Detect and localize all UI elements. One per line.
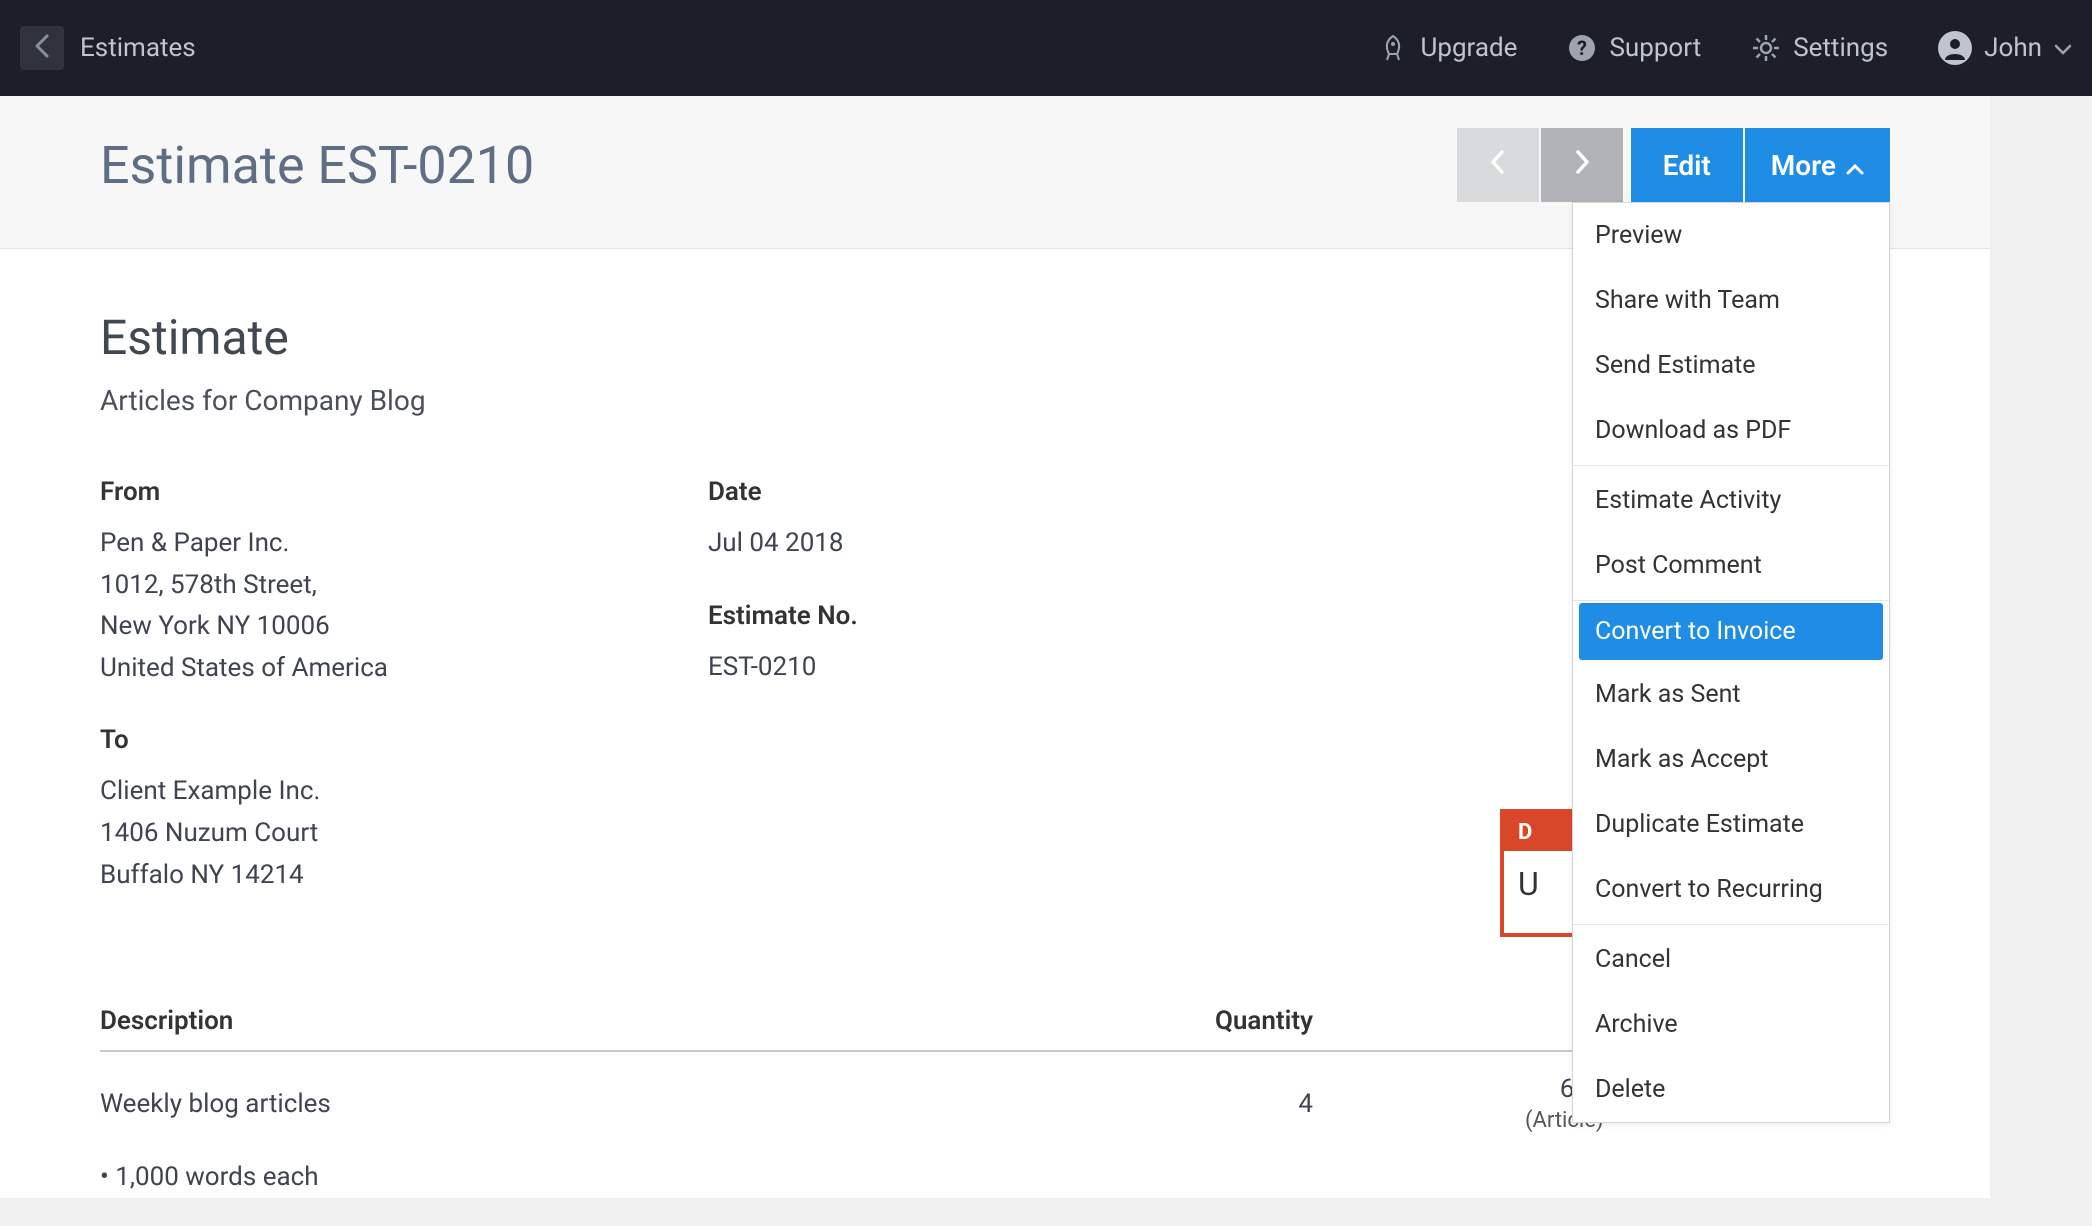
col-rate: R <box>1353 992 1604 1051</box>
more-label: More <box>1771 149 1836 182</box>
user-menu[interactable]: John <box>1938 31 2072 65</box>
back-button[interactable] <box>20 26 64 70</box>
item-bullet: • 1,000 words each <box>100 1140 1102 1198</box>
dropdown-item-mark-as-sent[interactable]: Mark as Sent <box>1573 662 1889 727</box>
dropdown-item-duplicate-estimate[interactable]: Duplicate Estimate <box>1573 792 1889 857</box>
dropdown-item-delete[interactable]: Delete <box>1573 1057 1889 1122</box>
user-name: John <box>1984 33 2042 63</box>
chevron-left-icon <box>33 32 51 64</box>
to-label: To <box>100 725 388 755</box>
edit-button[interactable]: Edit <box>1631 128 1743 202</box>
date-value: Jul 04 2018 <box>708 523 858 565</box>
estimate-no-value: EST-0210 <box>708 647 858 689</box>
svg-text:?: ? <box>1577 36 1587 60</box>
date-label: Date <box>708 477 858 507</box>
dropdown-item-download-as-pdf[interactable]: Download as PDF <box>1573 398 1889 463</box>
pager-next-button[interactable] <box>1541 128 1623 202</box>
settings-label: Settings <box>1793 33 1888 63</box>
dropdown-item-post-comment[interactable]: Post Comment <box>1573 533 1889 598</box>
item-description: Weekly blog articles <box>100 1051 1102 1140</box>
dropdown-item-convert-to-invoice[interactable]: Convert to Invoice <box>1579 603 1883 660</box>
dropdown-separator <box>1573 924 1889 925</box>
dropdown-separator <box>1573 465 1889 466</box>
chevron-up-icon <box>1846 149 1864 182</box>
chevron-left-icon <box>1489 147 1507 184</box>
to-line1: Client Example Inc. <box>100 771 388 813</box>
rocket-icon <box>1378 33 1408 63</box>
upgrade-label: Upgrade <box>1420 33 1517 63</box>
more-button[interactable]: More <box>1745 128 1890 202</box>
support-label: Support <box>1609 33 1701 63</box>
dropdown-item-share-with-team[interactable]: Share with Team <box>1573 268 1889 333</box>
col-description: Description <box>100 992 1102 1051</box>
chevron-right-icon <box>1573 147 1591 184</box>
dropdown-item-cancel[interactable]: Cancel <box>1573 927 1889 992</box>
page-title: Estimate EST-0210 <box>100 135 534 196</box>
avatar-icon <box>1938 31 1972 65</box>
to-line3: Buffalo NY 14214 <box>100 855 388 897</box>
estimate-no-label: Estimate No. <box>708 601 858 631</box>
from-line4: United States of America <box>100 648 388 690</box>
settings-link[interactable]: Settings <box>1751 33 1888 63</box>
from-label: From <box>100 477 388 507</box>
upgrade-link[interactable]: Upgrade <box>1378 33 1517 63</box>
dropdown-item-estimate-activity[interactable]: Estimate Activity <box>1573 468 1889 533</box>
dropdown-item-mark-as-accept[interactable]: Mark as Accept <box>1573 727 1889 792</box>
item-rate: 600 (Article) <box>1353 1051 1604 1140</box>
breadcrumb[interactable]: Estimates <box>80 33 196 63</box>
help-icon: ? <box>1567 33 1597 63</box>
pager-prev-button[interactable] <box>1457 128 1539 202</box>
dropdown-item-convert-to-recurring[interactable]: Convert to Recurring <box>1573 857 1889 922</box>
dropdown-item-preview[interactable]: Preview <box>1573 203 1889 268</box>
gear-icon <box>1751 33 1781 63</box>
dropdown-item-send-estimate[interactable]: Send Estimate <box>1573 333 1889 398</box>
support-link[interactable]: ? Support <box>1567 33 1701 63</box>
dropdown-item-archive[interactable]: Archive <box>1573 992 1889 1057</box>
from-line1: Pen & Paper Inc. <box>100 523 388 565</box>
col-quantity: Quantity <box>1102 992 1353 1051</box>
from-line2: 1012, 578th Street, <box>100 565 388 607</box>
chevron-down-icon <box>2054 33 2072 63</box>
to-line2: 1406 Nuzum Court <box>100 813 388 855</box>
more-dropdown: PreviewShare with TeamSend EstimateDownl… <box>1572 202 1890 1123</box>
dropdown-separator <box>1573 600 1889 601</box>
from-line3: New York NY 10006 <box>100 606 388 648</box>
item-quantity: 4 <box>1102 1051 1353 1140</box>
